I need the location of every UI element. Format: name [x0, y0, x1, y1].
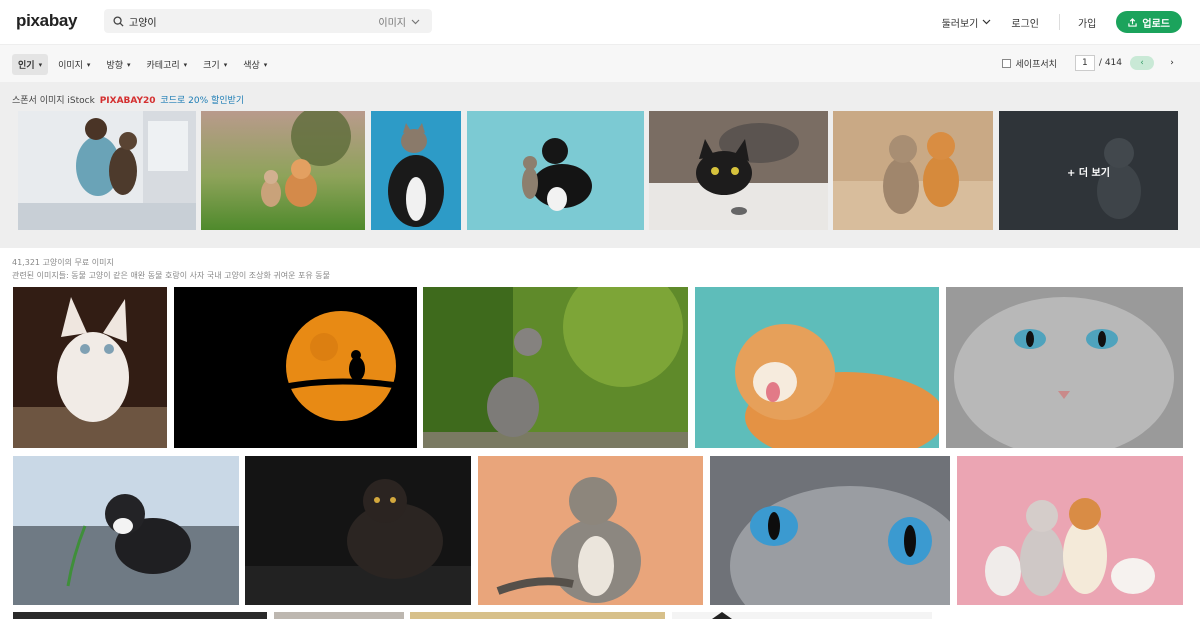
top-navigation-bar: pixabay 이미지 둘러보기 로그인 가입 업로드: [0, 0, 1200, 44]
sponsored-image-kitten-shiba[interactable]: [833, 111, 993, 230]
chevron-left-icon: ‹: [1140, 58, 1144, 68]
sponsored-image-kitten-dog-teal[interactable]: [467, 111, 644, 230]
chevron-right-icon: ›: [1170, 58, 1174, 68]
more-label: + 더 보기: [1067, 168, 1110, 179]
result-image-scottish-fold[interactable]: [478, 456, 703, 605]
chevron-down-icon: [982, 19, 991, 25]
prev-page-button[interactable]: ‹: [1130, 56, 1154, 70]
upload-button[interactable]: 업로드: [1116, 11, 1182, 33]
filter-label: 카테고리: [146, 61, 180, 71]
sponsored-section: 스폰서 이미지 iStock PIXABAY20 코드로 20% 할인받기 + …: [0, 82, 1200, 248]
caret-down-icon: ▾: [127, 60, 131, 69]
search-box[interactable]: 이미지: [104, 9, 432, 33]
safesearch-label: 세이프서치: [1015, 59, 1057, 70]
sponsored-image-cat-on-dog[interactable]: [371, 111, 461, 230]
kitten-shiba-thumbnail: [833, 111, 993, 230]
result-image-puppies-pink[interactable]: [957, 456, 1183, 605]
sponsor-caption[interactable]: 스폰서 이미지 iStock PIXABAY20 코드로 20% 할인받기: [12, 93, 244, 106]
sponsored-image-vet-cat[interactable]: [18, 111, 196, 230]
filter-bar: 인기 ▾ 이미지 ▾ 방향 ▾ 카테고리 ▾ 크기 ▾ 색상 ▾ 세이프서치 1 / 414…: [0, 44, 1200, 82]
search-input[interactable]: [129, 15, 359, 27]
result-image-grey-cat-face[interactable]: [946, 287, 1183, 448]
sponsor-prefix: 스폰서 이미지 iStock: [12, 96, 95, 106]
result-image-row3-3[interactable]: [410, 612, 665, 619]
promo-code: PIXABAY20: [99, 96, 156, 106]
explore-label: 둘러보기: [941, 18, 979, 30]
header-nav: 둘러보기 로그인 가입 업로드: [942, 0, 1200, 44]
caret-down-icon: ▾: [223, 60, 228, 69]
result-image-white-kitten[interactable]: [13, 287, 167, 448]
sponsor-suffix: 코드로 20% 할인받기: [160, 96, 245, 106]
row3-photo-1: [13, 612, 267, 619]
tabby-kitten-grass-photo: [423, 287, 688, 448]
blue-eyes-photo: [710, 456, 950, 605]
row3-photo-3: [410, 612, 665, 619]
sponsored-more-tile[interactable]: + 더 보기: [999, 111, 1178, 230]
page-input[interactable]: 1: [1074, 55, 1095, 71]
result-image-moon-cat[interactable]: [174, 287, 417, 448]
result-image-row3-2[interactable]: [274, 612, 404, 619]
white-kitten-photo: [13, 287, 167, 448]
page-total: / 414: [1098, 58, 1122, 68]
result-image-orange-cat-licking[interactable]: [695, 287, 939, 448]
kitten-corgi-thumbnail: [201, 111, 365, 230]
search-type-dropdown[interactable]: 이미지: [378, 14, 420, 29]
filter-category[interactable]: 카테고리 ▾: [141, 54, 194, 75]
sponsored-image-black-cat[interactable]: [649, 111, 828, 230]
filter-list: 인기 ▾ 이미지 ▾ 방향 ▾ 카테고리 ▾ 크기 ▾ 색상 ▾: [12, 54, 273, 75]
grey-cat-face-photo: [946, 287, 1183, 448]
black-cat-dark-photo: [245, 456, 471, 605]
upload-label: 업로드: [1142, 18, 1170, 30]
vet-cat-thumbnail: [18, 111, 196, 230]
filter-label: 크기: [203, 61, 220, 71]
scottish-fold-photo: [478, 456, 703, 605]
search-type-label: 이미지: [378, 18, 406, 29]
result-image-tabby-kitten-grass[interactable]: [423, 287, 688, 448]
sponsored-image-kitten-corgi[interactable]: [201, 111, 365, 230]
filter-label: 인기: [18, 61, 35, 71]
safesearch-checkbox[interactable]: [1001, 58, 1011, 68]
result-image-row3-4[interactable]: [672, 612, 932, 619]
result-image-kitten-flower[interactable]: [13, 456, 239, 605]
caret-down-icon: ▾: [183, 60, 188, 69]
divider: [1058, 14, 1060, 30]
caret-down-icon: ▾: [38, 60, 43, 69]
join-link[interactable]: 가입: [1078, 15, 1096, 30]
filter-color[interactable]: 색상 ▾: [237, 54, 273, 75]
caret-down-icon: ▾: [86, 60, 91, 69]
caret-down-icon: ▾: [263, 60, 268, 69]
filter-label: 이미지: [58, 61, 83, 71]
cat-on-dog-thumbnail: [371, 111, 461, 230]
next-page-button[interactable]: ›: [1160, 56, 1184, 70]
filter-size[interactable]: 크기 ▾: [197, 54, 233, 75]
login-link[interactable]: 로그인: [1011, 15, 1039, 30]
upload-icon: [1128, 17, 1138, 27]
results-count: 41,321 고양이의 무료 이미지: [12, 258, 114, 267]
result-image-row3-1[interactable]: [13, 612, 267, 619]
kitten-dog-teal-thumbnail: [467, 111, 644, 230]
black-cat-thumbnail: [649, 111, 828, 230]
filter-label: 색상: [243, 61, 260, 71]
filter-popular[interactable]: 인기 ▾: [12, 54, 49, 75]
row3-photo-2: [274, 612, 404, 619]
puppies-pink-photo: [957, 456, 1183, 605]
search-icon[interactable]: [107, 15, 129, 27]
related-searches[interactable]: 관련된 이미지들: 동물 고양이 같은 애완 동물 호랑이 사자 국내 고양이 …: [12, 269, 330, 282]
moon-cat-photo: [174, 287, 417, 448]
result-image-black-cat-dark[interactable]: [245, 456, 471, 605]
results-info: 41,321 고양이의 무료 이미지 관련된 이미지들: 동물 고양이 같은 애…: [12, 256, 330, 282]
pixabay-logo[interactable]: pixabay: [16, 11, 78, 31]
filter-label: 방향: [106, 61, 123, 71]
row3-photo-4: [672, 612, 932, 619]
chevron-down-icon: [411, 19, 420, 24]
explore-menu[interactable]: 둘러보기: [942, 15, 992, 30]
orange-cat-licking-photo: [695, 287, 939, 448]
kitten-flower-photo: [13, 456, 239, 605]
filter-orientation[interactable]: 방향 ▾: [100, 54, 136, 75]
filter-images[interactable]: 이미지 ▾: [52, 54, 96, 75]
pagination-controls: 세이프서치 1 / 414 ‹ ›: [1001, 55, 1184, 71]
result-image-blue-eyes[interactable]: [710, 456, 950, 605]
